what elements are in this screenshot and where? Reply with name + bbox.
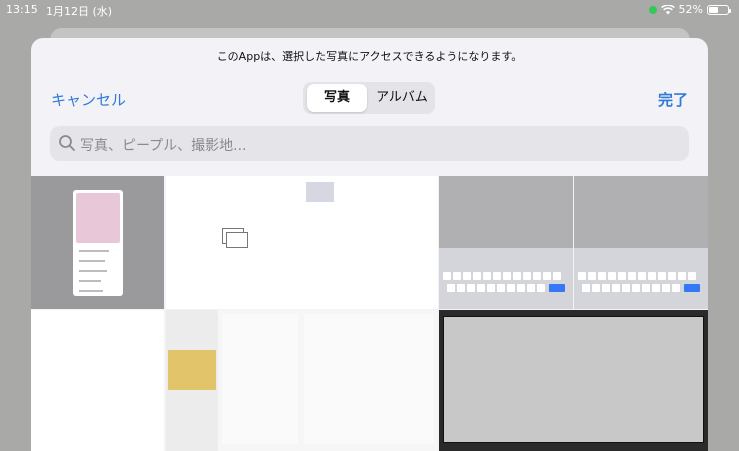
- document-image: [226, 232, 248, 248]
- search-field[interactable]: 写真、ピープル、撮影地...: [50, 126, 689, 161]
- camera-indicator-icon: [648, 5, 657, 14]
- search-icon: [59, 135, 75, 151]
- photo-thumbnail[interactable]: [439, 176, 573, 309]
- wifi-icon: [660, 4, 675, 14]
- app-screenshot-image: [73, 190, 123, 296]
- tab-albums[interactable]: アルバム: [371, 84, 433, 112]
- battery-fill: [709, 6, 718, 13]
- done-button[interactable]: 完了: [658, 89, 688, 110]
- keyboard-screenshot-image: [439, 248, 573, 309]
- photo-thumbnail[interactable]: [574, 176, 708, 309]
- grey-image: [443, 316, 704, 443]
- segmented-control: 写真 アルバム: [303, 82, 435, 114]
- photo-thumbnail[interactable]: [31, 310, 164, 451]
- access-note: このAppは、選択した写真にアクセスできるようになります。: [216, 50, 523, 63]
- battery-percent: 52%: [678, 3, 703, 16]
- photo-thumbnail[interactable]: [166, 310, 438, 451]
- battery-icon: [707, 4, 731, 15]
- status-indicators: 52%: [648, 3, 731, 16]
- status-time: 13:15: [6, 3, 38, 16]
- search-placeholder: 写真、ピープル、撮影地...: [80, 138, 247, 154]
- photo-thumbnail[interactable]: [31, 176, 164, 309]
- status-date: 1月12日 (水): [46, 5, 113, 18]
- keyboard-screenshot-image: [574, 248, 708, 309]
- status-bar: 13:15 1月12日 (水) 52%: [0, 0, 739, 20]
- photo-thumbnail[interactable]: [166, 176, 438, 309]
- photo-thumbnail[interactable]: [439, 310, 708, 451]
- photo-picker-sheet: このAppは、選択した写真にアクセスできるようになります。 キャンセル 写真 ア…: [31, 38, 708, 451]
- photo-grid: [31, 176, 708, 451]
- cancel-button[interactable]: キャンセル: [51, 89, 126, 110]
- tab-photos[interactable]: 写真: [307, 84, 367, 112]
